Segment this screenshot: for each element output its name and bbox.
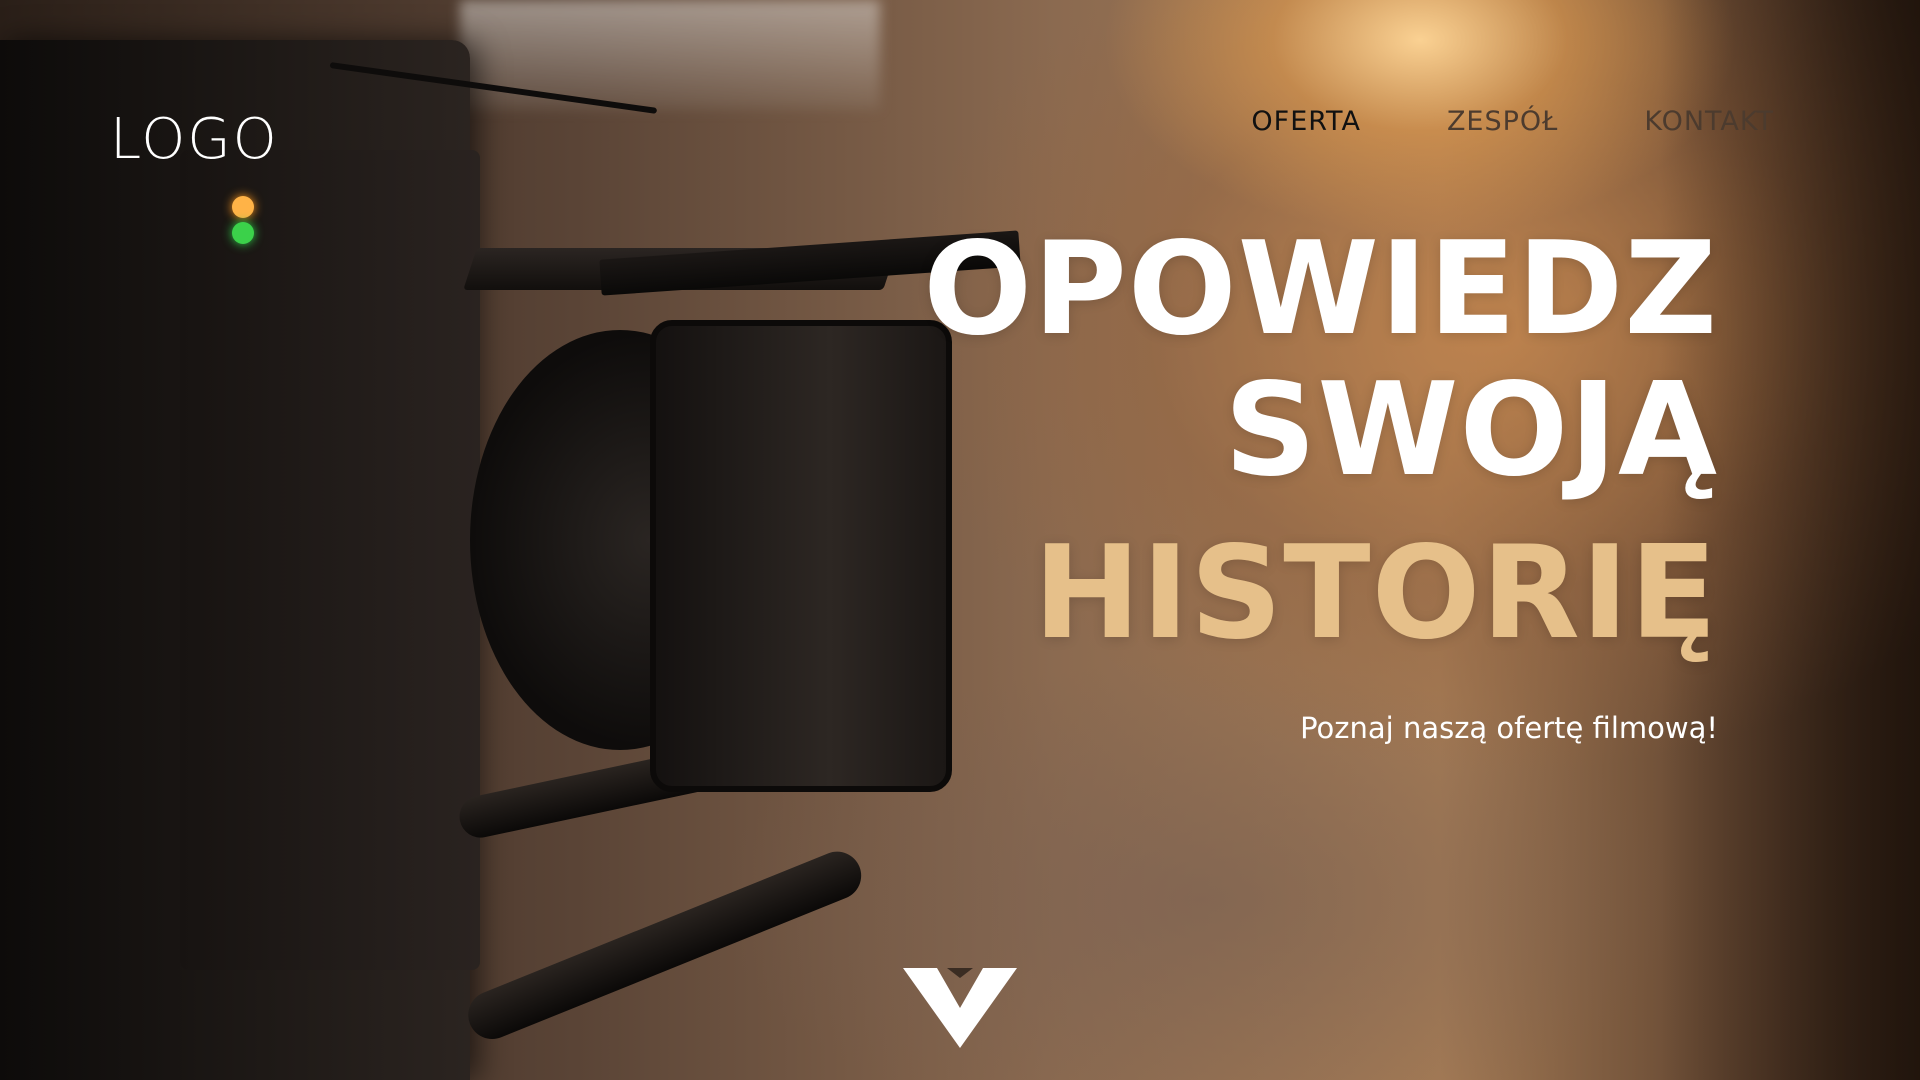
hero-section: OPOWIEDZ SWOJĄ HISTORIĘ Poznaj naszą ofe…: [923, 215, 1718, 746]
hero-heading-line-1: OPOWIEDZ: [923, 215, 1718, 364]
hero-heading-line-2: SWOJĄ: [1224, 355, 1718, 505]
status-led-orange: [232, 196, 254, 218]
hero-subtitle: Poznaj naszą ofertę filmową!: [1300, 711, 1718, 746]
nav-item-oferta[interactable]: OFERTA: [1251, 108, 1361, 135]
camera-rod-lower: [461, 844, 869, 1047]
scroll-down-button[interactable]: [903, 968, 1017, 1048]
chevron-down-icon: [903, 968, 1017, 1048]
nav-item-kontakt[interactable]: KONTAKT: [1644, 108, 1774, 135]
camera-matte-box: [650, 320, 952, 792]
hero-heading-line-3: HISTORIĘ: [1033, 518, 1718, 668]
site-logo[interactable]: LOGO: [110, 112, 279, 168]
camera-side-panel: [180, 150, 480, 970]
main-navigation: OFERTA ZESPÓŁ KONTAKT: [1251, 108, 1774, 135]
status-led-green: [232, 222, 254, 244]
nav-item-zespol[interactable]: ZESPÓŁ: [1447, 108, 1558, 135]
